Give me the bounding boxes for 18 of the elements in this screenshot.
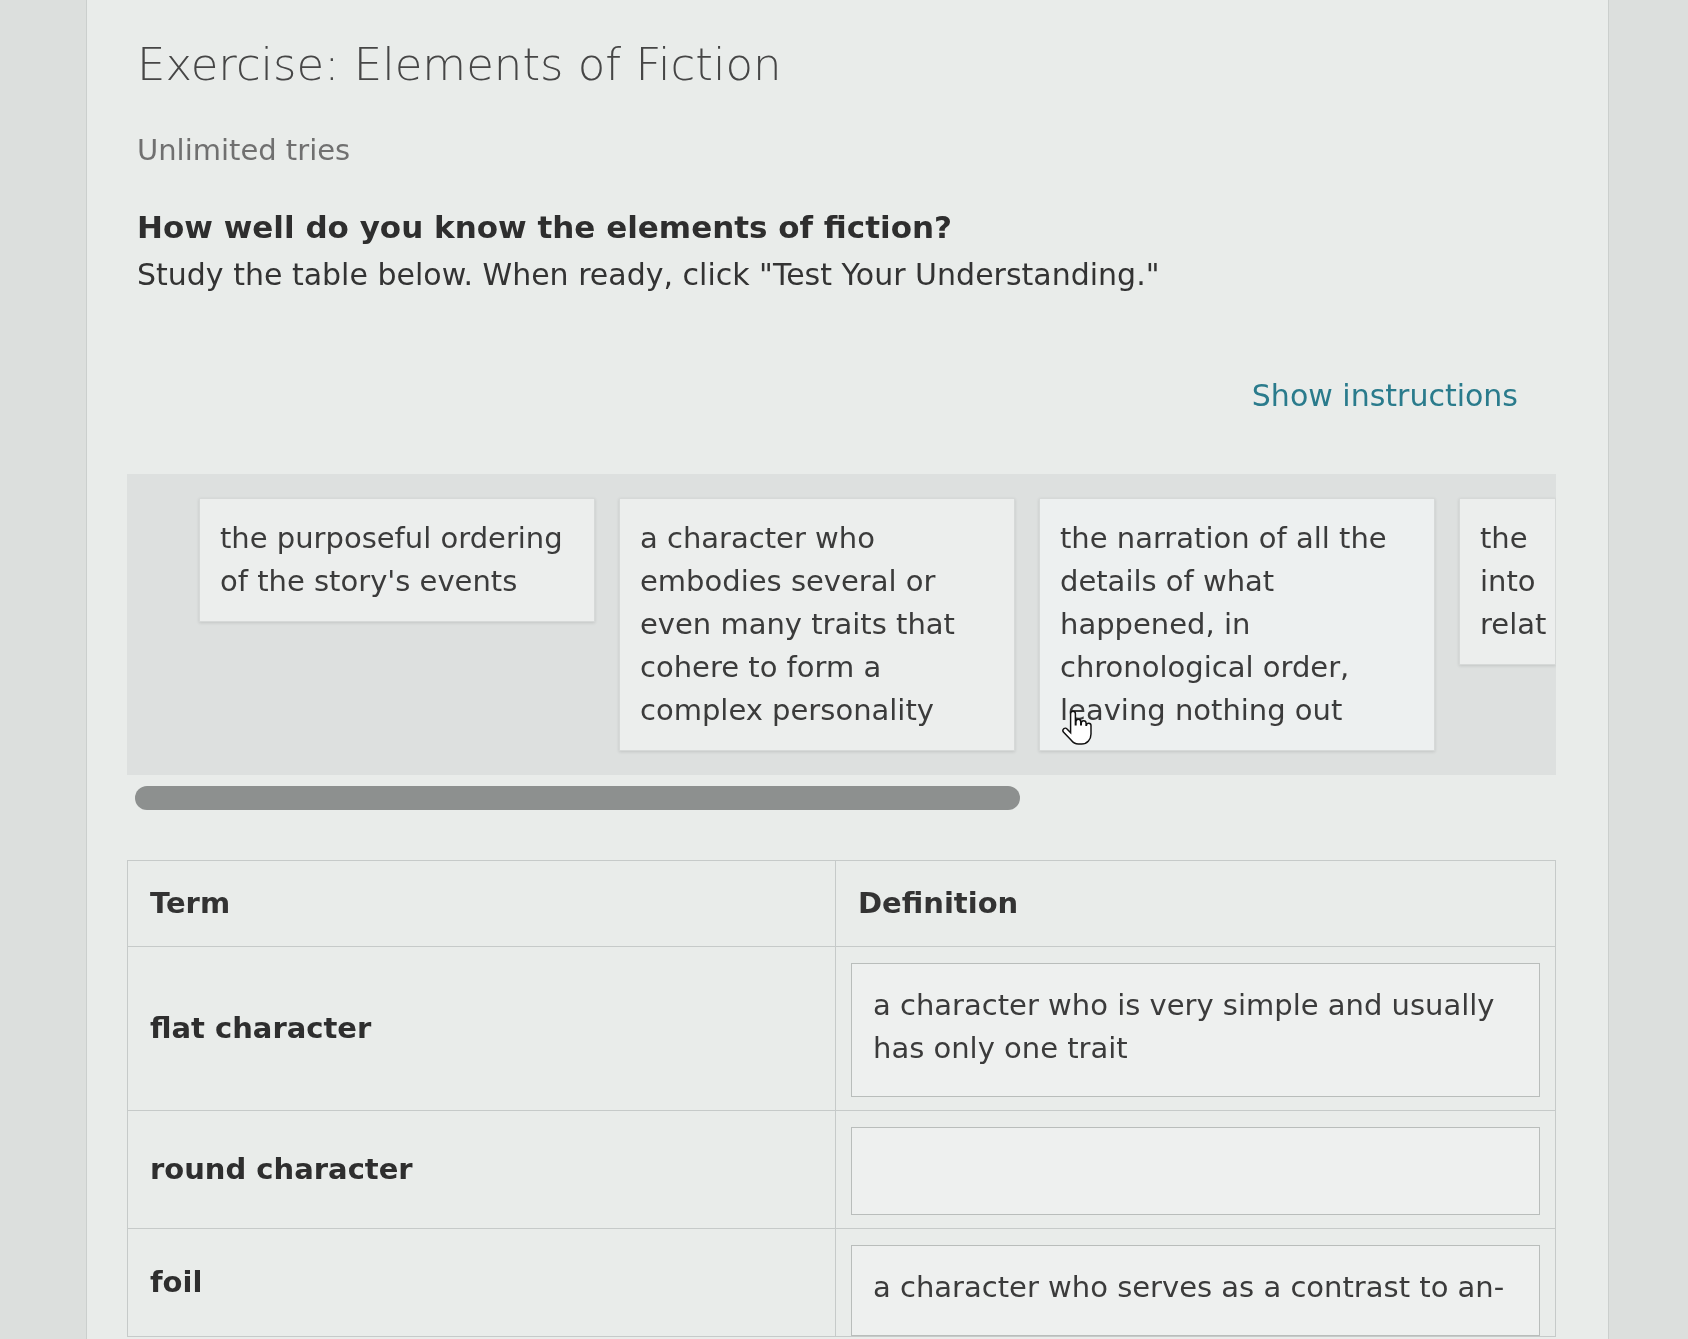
answer-box[interactable] — [851, 1127, 1540, 1215]
definition-card[interactable]: the purposeful ordering of the story's events — [199, 498, 595, 622]
show-instructions-link[interactable]: Show instructions — [1251, 376, 1518, 416]
column-header: Definition — [836, 861, 1556, 947]
definition-card[interactable]: the narration of all the details of what happened, in chronological order, leaving nothing out — [1039, 498, 1435, 751]
term-cell: foil — [128, 1229, 836, 1337]
page-title: Exercise: Elements of Fiction — [136, 38, 782, 92]
term-cell: round character — [128, 1111, 836, 1229]
definition-card[interactable]: a character who embodies several or even many traits that cohere to form a complex personality — [619, 498, 1015, 751]
term-cell: flat character — [128, 947, 836, 1111]
answer-box[interactable]: a character who is very simple and usually has only one trait — [851, 963, 1540, 1097]
scrollbar-thumb[interactable] — [135, 786, 1020, 810]
instructions-text: Study the table below. When ready, click "Test Your Understanding." — [136, 256, 1160, 294]
attempts-label: Unlimited tries — [136, 132, 351, 169]
definition-card[interactable]: the into relat — [1459, 498, 1556, 665]
question-heading: How well do you know the elements of fiction? — [136, 208, 952, 247]
answer-box[interactable]: a character who serves as a contrast to an- — [851, 1245, 1540, 1336]
column-header: Term — [128, 861, 836, 947]
